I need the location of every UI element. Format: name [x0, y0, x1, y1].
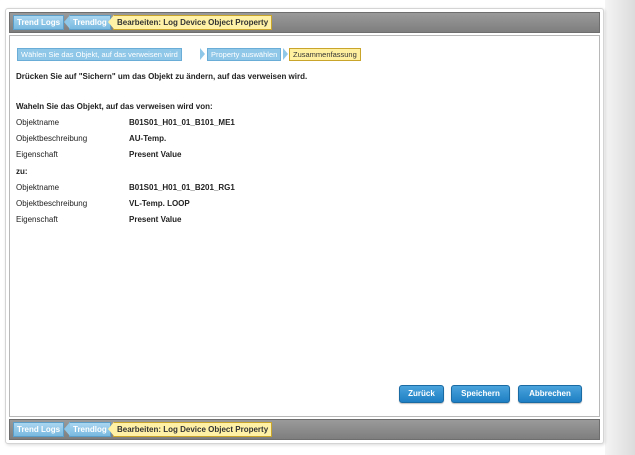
page-edge-shade	[605, 0, 635, 455]
breadcrumb-trendlog[interactable]: Trendlog	[64, 422, 111, 437]
save-button[interactable]: Speichern	[451, 385, 510, 403]
back-button[interactable]: Zurück	[399, 385, 444, 403]
from-heading: Waheln Sie das Objekt, auf das verweisen…	[16, 102, 213, 111]
breadcrumb-bottom: Trend Logs Trendlog Bearbeiten: Log Devi…	[9, 419, 600, 440]
wizard-step-summary: Zusammenfassung	[289, 48, 361, 61]
wizard-step-select-object[interactable]: Wählen Sie das Objekt, auf das verweisen…	[17, 48, 182, 61]
to-objektname-value: B01S01_H01_01_B201_RG1	[129, 183, 235, 192]
from-eigenschaft-value: Present Value	[129, 150, 182, 159]
to-beschreibung-label: Objektbeschreibung	[16, 199, 88, 208]
from-objektname-value: B01S01_H01_01_B101_ME1	[129, 118, 235, 127]
from-beschreibung-label: Objektbeschreibung	[16, 134, 88, 143]
breadcrumb-current: Bearbeiten: Log Device Object Property	[107, 15, 273, 30]
from-objektname-label: Objektname	[16, 118, 60, 127]
cancel-button[interactable]: Abbrechen	[518, 385, 582, 403]
breadcrumb-trendlog[interactable]: Trendlog	[64, 15, 111, 30]
edit-panel: Wählen Sie das Objekt, auf das verweisen…	[9, 35, 600, 417]
to-objektname-label: Objektname	[16, 183, 60, 192]
wizard-step-arrow	[200, 48, 205, 60]
wizard-step-arrow	[283, 48, 288, 60]
breadcrumb-trend-logs[interactable]: Trend Logs	[13, 422, 65, 437]
breadcrumb-top: Trend Logs Trendlog Bearbeiten: Log Devi…	[9, 12, 600, 33]
from-beschreibung-value: AU-Temp.	[129, 134, 167, 143]
breadcrumb-trend-logs[interactable]: Trend Logs	[13, 15, 65, 30]
breadcrumb-current: Bearbeiten: Log Device Object Property	[107, 422, 273, 437]
main-window: Trend Logs Trendlog Bearbeiten: Log Devi…	[5, 8, 604, 444]
instruction-text: Drücken Sie auf "Sichern" um das Objekt …	[16, 72, 308, 81]
from-eigenschaft-label: Eigenschaft	[16, 150, 58, 159]
to-eigenschaft-value: Present Value	[129, 215, 182, 224]
to-beschreibung-value: VL-Temp. LOOP	[129, 199, 190, 208]
to-eigenschaft-label: Eigenschaft	[16, 215, 58, 224]
to-heading: zu:	[16, 167, 28, 176]
wizard-step-select-property[interactable]: Property auswählen	[207, 48, 282, 61]
